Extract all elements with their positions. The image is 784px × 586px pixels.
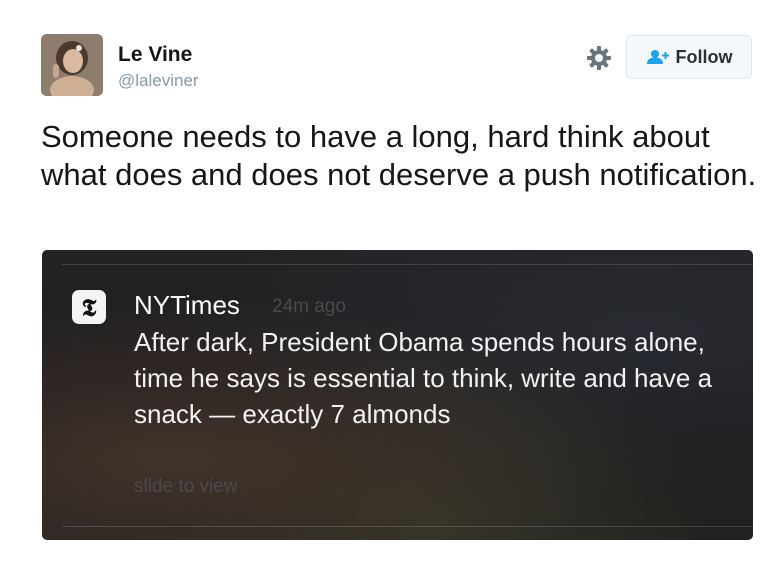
gear-icon[interactable] (586, 45, 612, 71)
notification-message: After dark, President Obama spends hours… (134, 327, 713, 429)
notification-time: 24m ago (272, 296, 346, 317)
display-name[interactable]: Le Vine (118, 43, 192, 67)
follow-label: Follow (675, 46, 733, 67)
tweet-text: Someone needs to have a long, hard think… (41, 119, 757, 192)
nytimes-app-icon: 𝕿 (72, 290, 106, 324)
add-user-icon (646, 50, 669, 64)
avatar-photo (41, 34, 103, 96)
slide-to-view-hint: slide to view (134, 476, 238, 497)
username-handle[interactable]: @laleviner (118, 71, 199, 91)
notification-app-name: NYTimes (134, 290, 240, 320)
notification-top-divider (62, 264, 753, 265)
notification-bottom-divider (62, 526, 753, 527)
avatar[interactable] (41, 34, 103, 96)
follow-button[interactable]: Follow (626, 35, 752, 79)
tweet-card: Le Vine @laleviner Follow Someone needs … (0, 0, 784, 586)
embedded-notification-image[interactable]: 𝕿 NYTimes 24m ago After dark, President … (42, 250, 753, 540)
